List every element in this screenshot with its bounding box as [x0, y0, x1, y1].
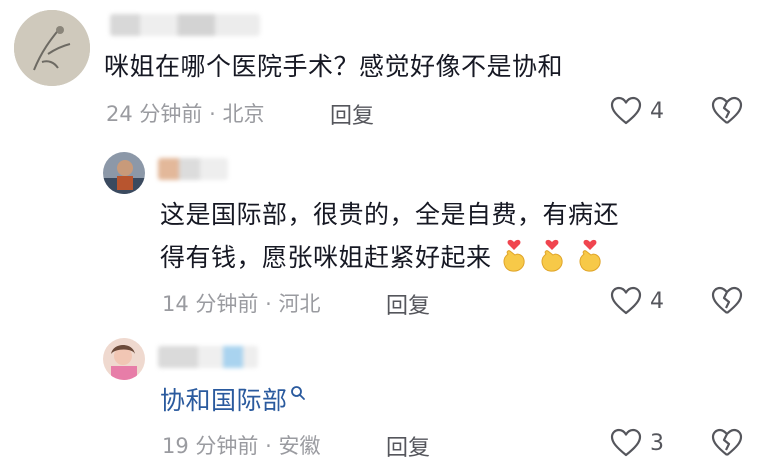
like-count: 3: [650, 430, 664, 456]
comment-text: 得有钱，愿张咪姐赶紧好起来: [160, 243, 492, 272]
separator: ·: [209, 102, 216, 126]
avatar[interactable]: [103, 152, 145, 194]
heart-outline-icon: [610, 286, 642, 315]
comment-meta: 24 分钟前 · 北京: [106, 98, 264, 128]
broken-heart-icon: [711, 428, 743, 456]
reply-button[interactable]: 回复: [386, 288, 430, 320]
like-button[interactable]: 3: [610, 428, 664, 458]
comment-text: 咪姐在哪个医院手术？感觉好像不是协和: [104, 52, 564, 81]
avatar-image: [103, 338, 145, 380]
dislike-button[interactable]: [710, 286, 744, 320]
avatar[interactable]: [103, 338, 145, 380]
username-redacted[interactable]: [158, 346, 258, 368]
avatar[interactable]: [14, 10, 90, 86]
timestamp: 24 分钟前: [106, 102, 203, 126]
heart-outline-icon: [610, 96, 642, 125]
heart-outline-icon: [610, 428, 642, 457]
separator: ·: [265, 292, 272, 316]
like-count: 4: [650, 98, 664, 124]
link-text[interactable]: 协和国际部: [160, 386, 288, 415]
reply-button[interactable]: 回复: [330, 98, 374, 130]
like-count: 4: [650, 288, 664, 314]
dislike-button[interactable]: [710, 428, 744, 462]
timestamp: 14 分钟前: [162, 292, 259, 316]
finger-heart-emoji: [503, 239, 525, 272]
timestamp: 19 分钟前: [162, 434, 259, 458]
search-link[interactable]: 协和国际部: [160, 382, 306, 419]
separator: ·: [265, 434, 272, 458]
username-redacted[interactable]: [158, 158, 228, 180]
like-button[interactable]: 4: [610, 96, 664, 126]
finger-heart-emoji: [541, 239, 563, 272]
location: 北京: [222, 102, 265, 126]
finger-heart-emoji: [579, 239, 601, 272]
comment-text-line-1: 这是国际部，很贵的，全是自费，有病还: [160, 200, 620, 229]
reply-button[interactable]: 回复: [386, 430, 430, 462]
comment-2: 这是国际部，很贵的，全是自费，有病还 得有钱，愿张咪姐赶紧好起来 14 分钟前 …: [0, 140, 779, 320]
avatar-image: [103, 152, 145, 194]
comment-3: 协和国际部 19 分钟前 · 安徽 回复 3: [0, 330, 779, 470]
location: 河北: [278, 292, 321, 316]
username-redacted[interactable]: [110, 14, 260, 36]
location: 安徽: [278, 434, 321, 458]
search-icon: [290, 386, 305, 400]
dislike-button[interactable]: [710, 96, 744, 130]
comment-text-line-2: 得有钱，愿张咪姐赶紧好起来: [160, 238, 606, 276]
comment-meta: 19 分钟前 · 安徽: [162, 430, 320, 460]
broken-heart-icon: [711, 96, 743, 124]
like-button[interactable]: 4: [610, 286, 664, 316]
avatar-image: [14, 10, 90, 86]
broken-heart-icon: [711, 286, 743, 314]
comment-meta: 14 分钟前 · 河北: [162, 288, 320, 318]
comment-1: 咪姐在哪个医院手术？感觉好像不是协和 24 分钟前 · 北京 回复 4: [0, 0, 779, 140]
